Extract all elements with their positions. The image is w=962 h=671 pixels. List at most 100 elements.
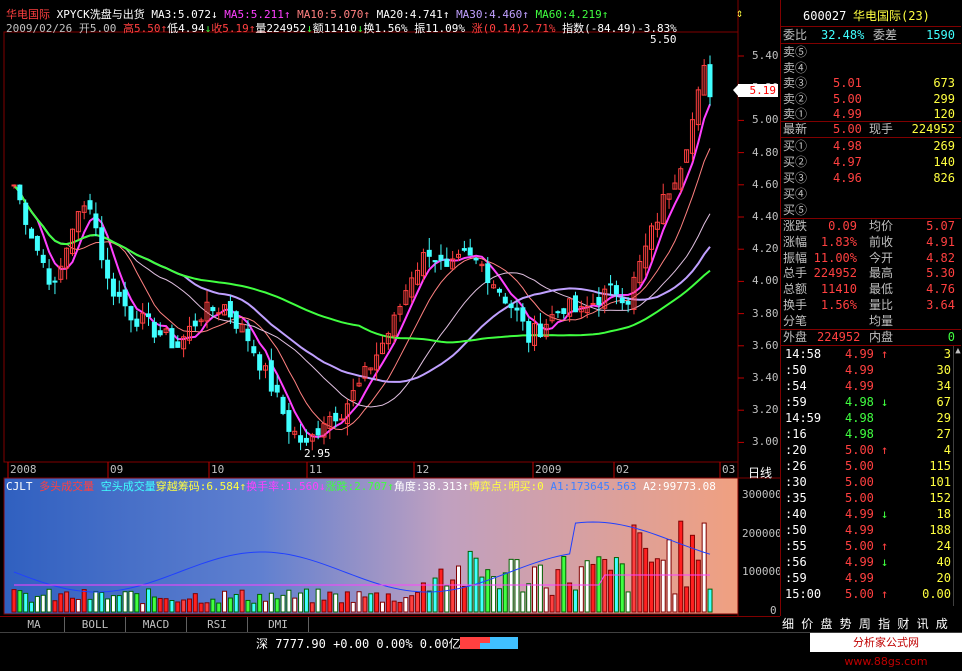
candle-body [157,330,163,336]
quote-panel: 600027 华电国际(23) 委比 32.48% 委差 1590 卖⑤ 卖④ … [780,0,962,616]
tick-volume: 27 [936,427,951,441]
stat-row: 总额 11410 最低 4.76 [781,281,961,297]
tab-macd[interactable]: MACD [126,617,187,633]
panel-tabs[interactable]: 细 价 盘 势 周 指 财 讯 成 特 解 [780,616,962,647]
stat-value: 5.30 [926,266,955,281]
volume-bar [216,602,222,613]
volume-bar [175,601,181,613]
volume-bar [426,590,432,613]
tick-price: 4.99 [845,571,874,585]
ma5-line [13,103,711,439]
quote-vol: 量224952 [255,22,307,35]
tick-price: 5.00 [845,587,874,601]
bid-row[interactable]: 买③ 4.96 826 [781,170,961,186]
candle-body [227,301,233,318]
indicator-name: XPYCK洗盘与出货 [56,8,145,21]
bid-row[interactable]: 买② 4.97 140 [781,154,961,170]
tab-dmi[interactable]: DMI [248,617,309,633]
volume-bar [122,591,128,613]
volume-bar [391,600,397,613]
bid-row[interactable]: 买④ [781,186,961,202]
tick-arrow: ↓ [881,507,889,521]
tick-row: :40 4.99 ↓ 18 [781,506,953,522]
ask-row[interactable]: 卖④ [781,60,961,76]
tick-scrollbar[interactable]: ▲ [953,346,962,606]
tick-price: 5.00 [845,459,874,473]
date-tick-label: 03 [722,463,736,476]
tick-arrow: ↓ [881,555,889,569]
price-tick-label: 4.80 [752,145,779,159]
candle-body [169,328,175,349]
kline-chart-area[interactable]: 华电国际 XPYCK洗盘与出货 MA3:5.072↓ MA5:5.211↑ MA… [0,0,782,617]
tick-row: :50 4.99 188 [781,522,953,538]
price-tag-pointer-icon [733,84,739,97]
volume-bar [666,539,672,613]
tick-volume: 34 [936,379,951,393]
volume-bar [508,558,514,613]
candle-body [461,248,467,251]
stat-row: 振幅 11.00% 今开 4.82 [781,250,961,266]
tick-volume: 188 [929,523,951,537]
volume-bar [64,591,70,613]
candle-body [473,257,479,261]
ask-row[interactable]: 卖③ 5.01 673 [781,75,961,91]
volume-bar [245,599,251,613]
ask-row[interactable]: 卖① 4.99 120 [781,106,961,122]
tick-row: :54 4.99 34 [781,378,953,394]
price-tick-label: 3.60 [752,338,779,352]
volume-bar [303,588,309,613]
volume-bar [309,602,315,613]
latest-row: 最新 5.00 现手 224952 [783,122,955,136]
volume-bar [327,591,333,613]
tab-rsi[interactable]: RSI [187,617,248,633]
stat-label: 前收 [869,234,894,249]
stat-value: 1.83% [820,234,857,249]
tick-volume: 4 [943,443,951,457]
stock-title-row: 600027 华电国际(23) [781,8,961,24]
candle-body [526,321,532,343]
kline-svg[interactable] [0,0,780,616]
tick-volume: 101 [929,475,951,489]
ma30-value: MA30:4.460 [456,8,523,21]
tick-price: 4.99 [845,555,874,569]
volume-bar [298,592,304,613]
tab-boll[interactable]: BOLL [65,617,126,633]
tick-row: :59 4.98 ↓ 67 [781,394,953,410]
candle-body [444,258,450,267]
candle-body [99,227,105,261]
stat-label: 量比 [869,298,894,312]
bid-row[interactable]: 买① 4.98 269 [781,138,961,154]
index-ticker[interactable]: 深 7777.90 +0.00 0.00% 0.00亿 [256,635,461,652]
stat-value: 4.82 [926,250,955,265]
bid-price: 4.96 [833,171,862,185]
indicator-tabs: MA BOLL MACD RSI DMI [0,616,780,633]
period-label[interactable]: 日线 [748,464,772,481]
tick-volume: 67 [936,395,951,409]
stat-row: 涨跌 0.09 均价 5.07 [781,218,961,234]
candle-body [298,435,304,443]
candle-body [192,320,198,327]
ask-label: 卖② [783,91,808,106]
waipan-row: 外盘 224952 内盘 0 [783,330,955,344]
stat-value: 224952 [813,266,857,281]
volume-bar [128,590,134,613]
volume-bar [204,602,210,613]
tick-row: :56 4.99 ↓ 40 [781,554,953,570]
ask-row[interactable]: 卖⑤ [781,44,961,60]
volume-bar [315,588,321,613]
tick-volume: 40 [936,555,951,569]
candle-body [146,313,152,318]
tab-ma[interactable]: MA [4,617,65,633]
stat-label: 涨幅 [783,234,808,249]
tick-price: 5.00 [845,443,874,457]
bid-row[interactable]: 买⑤ [781,202,961,218]
volume-bar [444,585,450,613]
candle-body [233,311,239,329]
volume-bar [292,597,298,613]
volume-bar [496,588,502,613]
price-tick-label: 3.40 [752,371,779,384]
ask-row[interactable]: 卖② 5.00 299 [781,91,961,107]
scroll-marker-icon[interactable]: ⇕ [736,6,743,20]
stat-value: 0.09 [828,219,857,233]
stat-label: 均量 [869,313,894,328]
